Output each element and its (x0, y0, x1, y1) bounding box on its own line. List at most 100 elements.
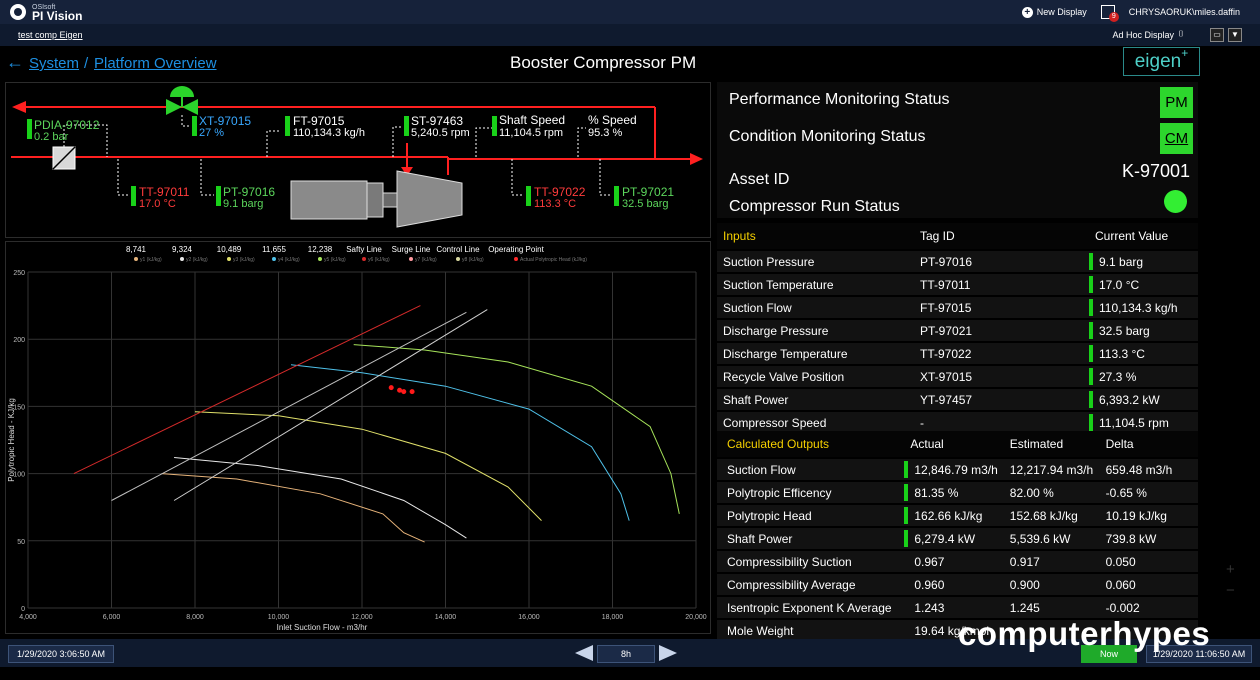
tag-xt-97015[interactable]: XT-97015 (199, 115, 251, 127)
tag-tt-97022[interactable]: TT-97022 (534, 186, 585, 198)
tag-tt-97011[interactable]: TT-97011 (139, 186, 189, 198)
col-estimated: Estimated (1003, 431, 1100, 457)
table-row: Suction Temperature TT-97011 17.0 °C (717, 274, 1198, 295)
table-row: Suction Pressure PT-97016 9.1 barg (717, 251, 1198, 272)
tag-ft-97015[interactable]: FT-97015 (293, 115, 344, 127)
display-header: ← System / Platform Overview Booster Com… (0, 46, 1260, 78)
legend-item: y6 (kJ/kg) (368, 257, 390, 263)
x-tick-label: 4,000 (19, 614, 37, 621)
x-tick-label: 6,000 (103, 614, 121, 621)
legend-marker (456, 257, 460, 261)
zoom-out-icon[interactable]: − (1226, 582, 1235, 599)
user-name[interactable]: CHRYSAORUK\miles.daffin (1129, 7, 1240, 17)
cm-status-indicator[interactable]: CM (1160, 123, 1193, 154)
tag-st-97463[interactable]: ST-97463 (411, 115, 463, 127)
pin-icon[interactable]: ⌷ (1176, 28, 1186, 42)
output-actual: 81.35 % (904, 482, 1004, 503)
page-title: Booster Compressor PM (510, 53, 697, 72)
output-estimated: 0.900 (1003, 574, 1100, 595)
start-time-field[interactable]: 1/29/2020 3:06:50 AM (8, 645, 114, 663)
input-name: Discharge Temperature (717, 343, 914, 364)
input-tag: FT-97015 (914, 297, 1089, 318)
legend-title: 9,324 (172, 245, 193, 254)
menu-dropdown-button[interactable]: ▼ (1228, 28, 1242, 42)
legend-marker (227, 257, 231, 261)
input-value: 110,134.3 kg/h (1089, 297, 1198, 318)
zoom-in-icon[interactable]: + (1226, 561, 1235, 578)
breadcrumb-platform-overview[interactable]: Platform Overview (94, 55, 217, 72)
legend-item: Actual Polytropic Head (kJ/kg) (520, 257, 587, 263)
legend-item: y4 (kJ/kg) (278, 257, 300, 263)
process-diagram: PDIA-97012 0.2 bar XT-97015 27 % FT-9701… (5, 82, 711, 238)
value-tt-97011: 17.0 °C (139, 198, 176, 210)
duration-field[interactable]: 8h (597, 645, 655, 663)
series-line (290, 364, 630, 521)
tag-pt-97016[interactable]: PT-97016 (223, 186, 275, 198)
breadcrumb-system[interactable]: System (29, 55, 79, 72)
input-tag: XT-97015 (914, 366, 1089, 387)
table-row: Discharge Pressure PT-97021 32.5 barg (717, 320, 1198, 341)
value-xt-97015: 27 % (199, 127, 225, 139)
x-tick-label: 8,000 (186, 614, 204, 621)
table-row: Compressibility Average 0.960 0.900 0.060 (717, 574, 1198, 595)
app-header: OSIsoft PI Vision + New Display 9 CHRYSAO… (0, 0, 1260, 24)
legend-marker (272, 257, 276, 261)
legend-item: y8 (kJ/kg) (462, 257, 484, 263)
output-delta: 0.060 (1099, 574, 1198, 595)
value-pdia-97012: 0.2 bar (34, 131, 69, 143)
time-back-icon[interactable] (575, 645, 593, 661)
output-delta: 10.19 kJ/kg (1099, 505, 1198, 526)
table-row: Suction Flow FT-97015 110,134.3 kg/h (717, 297, 1198, 318)
outputs-title: Calculated Outputs (717, 431, 905, 457)
output-delta: 739.8 kW (1099, 528, 1198, 549)
col-delta: Delta (1099, 431, 1198, 457)
legend-title: Operating Point (488, 245, 544, 254)
output-estimated: 152.68 kJ/kg (1003, 505, 1100, 526)
inputs-title: Inputs (717, 223, 914, 249)
new-display-button[interactable]: + New Display (1021, 6, 1087, 18)
tag-pt-97021[interactable]: PT-97021 (622, 186, 674, 198)
y-tick-label: 250 (13, 270, 25, 277)
input-tag: TT-97022 (914, 343, 1089, 364)
x-axis-label: Inlet Suction Flow - m3/hr (277, 623, 368, 632)
process-lines (11, 86, 703, 228)
chart-canvas[interactable]: 4,000 6,000 8,000 10,000 12,000 14,000 16,000 1… (6, 242, 712, 635)
brand[interactable]: OSIsoft PI Vision (10, 3, 82, 22)
pi-vision-logo-icon (10, 4, 26, 20)
save-icon[interactable]: ▭ (1210, 28, 1224, 42)
tag-percent-speed[interactable]: % Speed (588, 114, 637, 126)
x-tick-label: 12,000 (351, 614, 373, 621)
input-value: 113.3 °C (1089, 343, 1198, 364)
notifications-button[interactable]: 9 (1100, 5, 1119, 22)
input-name: Suction Pressure (717, 251, 914, 272)
output-delta: 0.050 (1099, 551, 1198, 572)
series-line (353, 344, 680, 515)
input-value: 27.3 % (1089, 366, 1198, 387)
input-name: Suction Temperature (717, 274, 914, 295)
legend-item: y7 (kJ/kg) (415, 257, 437, 263)
value-pt-97016: 9.1 barg (223, 198, 264, 210)
time-forward-icon[interactable] (659, 645, 677, 661)
x-tick-label: 16,000 (518, 614, 540, 621)
adhoc-display-button[interactable]: Ad Hoc Display (1112, 30, 1174, 40)
legend-marker (180, 257, 184, 261)
output-name: Suction Flow (717, 459, 905, 480)
table-row: Compressibility Suction 0.967 0.917 0.050 (717, 551, 1198, 572)
back-arrow-icon[interactable]: ← (6, 53, 24, 71)
output-estimated: 82.00 % (1003, 482, 1100, 503)
pm-status-indicator[interactable]: PM (1160, 87, 1193, 118)
y-tick-label: 0 (21, 606, 25, 613)
asset-id-value: K-97001 (1121, 161, 1190, 181)
x-tick-label: 18,000 (602, 614, 624, 621)
x-tick-label: 10,000 (268, 614, 290, 621)
display-toolbar: test comp Eigen Ad Hoc Display ⌷ ▭ ▼ (0, 24, 1260, 46)
output-estimated: 12,217.94 m3/h (1003, 459, 1100, 480)
display-link[interactable]: test comp Eigen (18, 30, 83, 40)
input-name: Recycle Valve Position (717, 366, 914, 387)
cm-status-label: Condition Monitoring Status (729, 128, 926, 145)
series-line (173, 309, 488, 501)
eigen-logo: eigen+ (1123, 47, 1200, 76)
col-tag-id: Tag ID (914, 223, 1089, 249)
tag-pdia-97012[interactable]: PDIA-97012 (34, 119, 99, 131)
tag-shaft-speed[interactable]: Shaft Speed (499, 114, 565, 126)
